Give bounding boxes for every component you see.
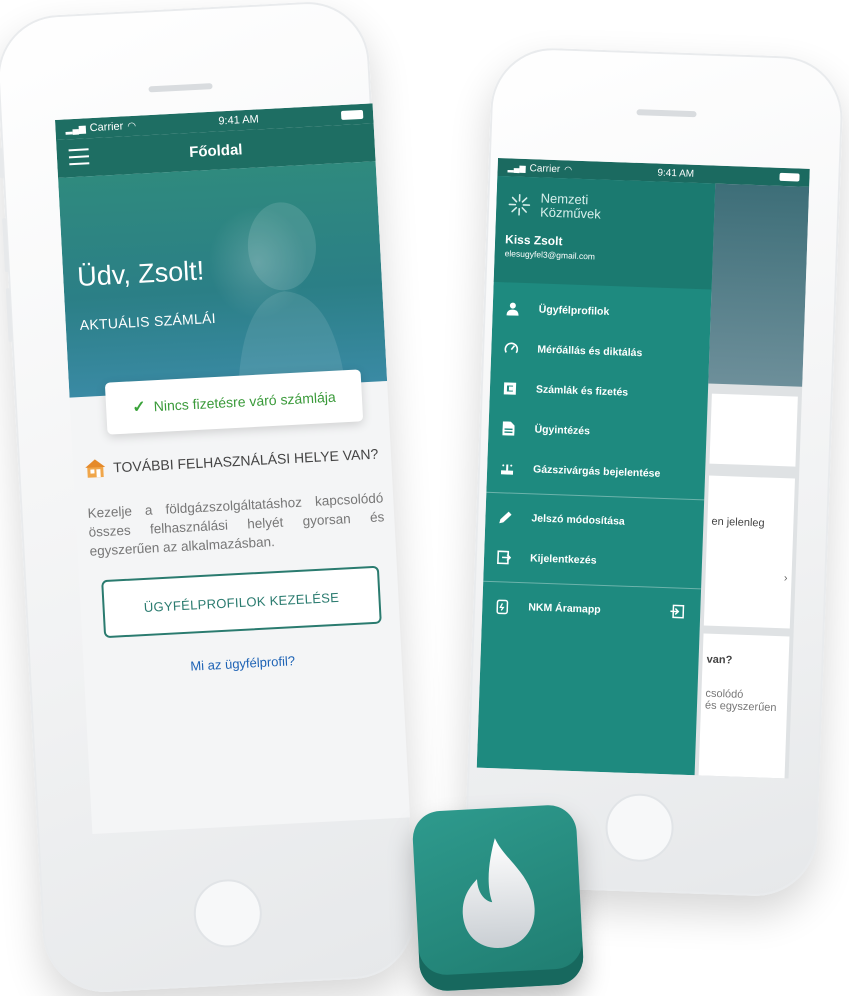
- check-icon: ✓: [131, 398, 147, 417]
- clock: 9:41 AM: [657, 167, 695, 180]
- more-places-heading: TOVÁBBI FELHASZNÁLÁSI HELYE VAN?: [85, 443, 386, 479]
- wifi-icon: ◠: [126, 120, 137, 132]
- menu-icon[interactable]: [68, 148, 90, 166]
- earpiece: [636, 109, 697, 118]
- mute-switch: [0, 148, 5, 179]
- menu-item-logout[interactable]: Kijelentkezés: [483, 537, 702, 585]
- app-icon: [411, 803, 585, 993]
- logout-icon: [496, 549, 513, 566]
- person-icon: [504, 300, 521, 317]
- clock: 9:41 AM: [218, 113, 260, 128]
- page-title: Főoldal: [188, 140, 243, 161]
- pencil-icon: [497, 509, 514, 526]
- battery-icon: [340, 109, 364, 120]
- volume-down-button: [5, 287, 13, 343]
- gas-leak-icon: [499, 460, 516, 477]
- navigation-drawer: Nemzeti Közművek Kiss Zsolt elesugyfel3@…: [476, 175, 716, 776]
- background-card: van? csolódó és egyszerűen: [698, 633, 790, 779]
- invoice-icon: [502, 380, 519, 397]
- no-bill-text: Nincs fizetésre váró számlája: [153, 388, 337, 415]
- phone-app-icon: [494, 598, 511, 615]
- background-card: [709, 393, 798, 467]
- house-icon: [85, 459, 106, 478]
- home-button[interactable]: [192, 877, 264, 950]
- signal-icon: ▂▄▆: [507, 162, 526, 173]
- menu-item-nkm-aramapp[interactable]: NKM Áramapp: [482, 586, 701, 634]
- earpiece: [148, 83, 213, 93]
- background-card: en jelenleg ›: [703, 475, 795, 629]
- right-phone-screen: ▂▄▆ Carrier ◠ 9:41 AM en jelenleg › van?…: [476, 158, 810, 779]
- woman-photo: [238, 202, 344, 379]
- home-button[interactable]: [604, 792, 675, 863]
- flame-icon: [462, 838, 535, 948]
- left-phone-screen: ▂▄▆ Carrier ◠ 9:41 AM Főoldal Üdv, Zsolt…: [55, 103, 410, 835]
- drawer-header: Nemzeti Közművek Kiss Zsolt elesugyfel3@…: [493, 175, 716, 290]
- volume-up-button: [2, 218, 9, 273]
- nkm-logo-icon: [508, 193, 531, 216]
- gauge-icon: [503, 340, 520, 357]
- manage-profiles-button[interactable]: ÜGYFÉLPROFILOK KEZELÉSE: [101, 565, 382, 639]
- drawer-menu: Ügyfélprofilok Mérőállás és diktálás Szá…: [482, 282, 712, 633]
- what-is-profile-link[interactable]: Mi az ügyfélprofil?: [84, 648, 402, 680]
- current-bills-heading: AKTUÁLIS SZÁMLÁI: [79, 309, 217, 333]
- background-hero: [708, 183, 810, 387]
- menu-item-gas-leak[interactable]: Gázszivárgás bejelentése: [486, 448, 705, 496]
- wifi-icon: ◠: [564, 163, 573, 175]
- chevron-right-icon: ›: [783, 572, 788, 585]
- document-icon: [500, 420, 517, 437]
- battery-icon: [779, 172, 800, 182]
- more-places-description: Kezelje a földgázszolgáltatáshoz kapcsol…: [87, 490, 385, 559]
- external-link-icon[interactable]: [670, 604, 685, 621]
- hero-banner: Üdv, Zsolt! AKTUÁLIS SZÁMLÁI: [58, 161, 388, 398]
- brand-name: Nemzeti Közművek: [539, 190, 602, 222]
- carrier: ▂▄▆ Carrier ◠: [65, 120, 137, 135]
- signal-icon: ▂▄▆: [65, 122, 86, 134]
- carrier: ▂▄▆ Carrier ◠: [507, 162, 573, 175]
- brand: Nemzeti Közművek: [506, 190, 705, 225]
- greeting: Üdv, Zsolt!: [76, 255, 205, 293]
